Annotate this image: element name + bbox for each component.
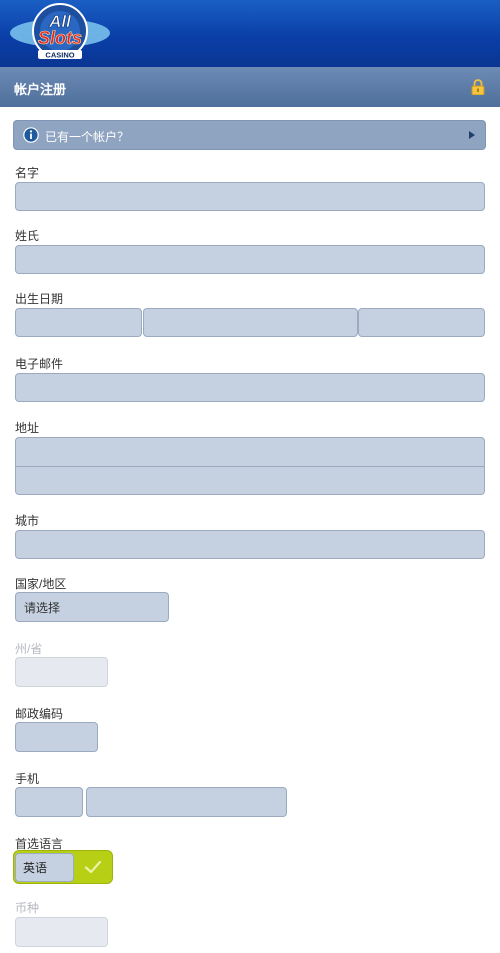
postal-label: 邮政编码 xyxy=(15,707,64,721)
mobile-country-code-input[interactable] xyxy=(15,787,83,817)
mobile-label: 手机 xyxy=(15,772,40,786)
country-select[interactable]: 请选择 xyxy=(15,592,169,622)
last-name-input[interactable] xyxy=(15,245,485,274)
checkmark-icon xyxy=(84,860,102,874)
email-label: 电子邮件 xyxy=(15,357,64,371)
dob-year-select[interactable] xyxy=(358,308,485,337)
dob-label: 出生日期 xyxy=(15,292,64,306)
svg-text:CASINO: CASINO xyxy=(45,51,74,60)
info-icon xyxy=(23,127,39,143)
svg-text:Slots: Slots xyxy=(38,28,82,48)
postal-code-input[interactable] xyxy=(15,722,98,752)
page-title: 帐户注册 xyxy=(14,82,67,97)
currency-label: 币种 xyxy=(15,901,40,915)
address-line1-input[interactable] xyxy=(15,437,485,467)
last-name-label: 姓氏 xyxy=(15,229,40,243)
lock-icon xyxy=(471,79,485,95)
first-name-input[interactable] xyxy=(15,182,485,211)
state-label: 州/省 xyxy=(15,642,43,656)
state-select xyxy=(15,657,108,687)
dob-day-select[interactable] xyxy=(15,308,142,337)
all-slots-logo[interactable]: All Slots CASINO xyxy=(8,3,112,63)
city-input[interactable] xyxy=(15,530,485,559)
language-select[interactable]: 英语 xyxy=(15,853,74,882)
existing-account-text[interactable]: 已有一个帐户？ xyxy=(45,128,129,145)
first-name-label: 名字 xyxy=(15,166,40,180)
address-line2-input[interactable] xyxy=(15,466,485,495)
dob-month-select[interactable] xyxy=(143,308,358,337)
email-input[interactable] xyxy=(15,373,485,402)
page-header: 帐户注册 xyxy=(0,67,500,107)
currency-select xyxy=(15,917,108,947)
country-label: 国家/地区 xyxy=(15,577,67,591)
city-label: 城市 xyxy=(15,514,40,528)
mobile-number-input[interactable] xyxy=(86,787,287,817)
address-label: 地址 xyxy=(15,421,40,435)
triangle-right-icon xyxy=(469,131,475,139)
